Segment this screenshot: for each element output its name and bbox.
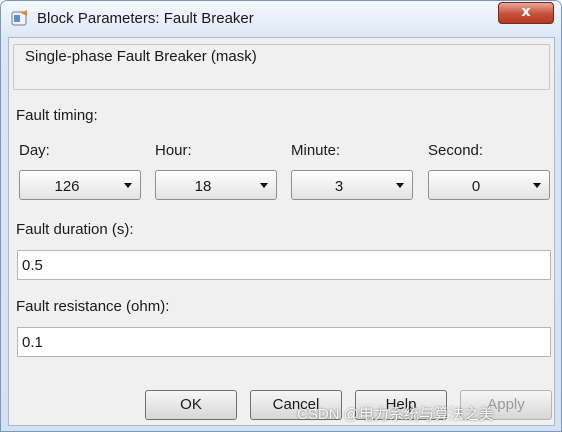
chevron-down-icon: [260, 183, 268, 188]
fault-duration-input[interactable]: 0.5: [17, 250, 551, 280]
fault-resistance-label: Fault resistance (ohm):: [16, 298, 170, 315]
minute-dropdown[interactable]: 3: [291, 170, 413, 200]
dialog-body: Single-phase Fault Breaker (mask) Fault …: [8, 37, 555, 426]
window-title: Block Parameters: Fault Breaker: [37, 10, 254, 27]
chevron-down-icon: [124, 183, 132, 188]
hour-value: 18: [194, 178, 212, 195]
day-label: Day:: [19, 142, 50, 159]
second-dropdown[interactable]: 0: [428, 170, 550, 200]
cancel-button[interactable]: Cancel: [250, 390, 342, 420]
apply-button[interactable]: Apply: [460, 390, 552, 420]
simulink-block-icon: [11, 10, 27, 26]
day-dropdown[interactable]: 126: [19, 170, 141, 200]
ok-button[interactable]: OK: [145, 390, 237, 420]
chevron-down-icon: [396, 183, 404, 188]
fault-resistance-input[interactable]: 0.1: [17, 327, 551, 357]
close-button[interactable]: x: [498, 2, 554, 24]
close-icon: x: [521, 4, 531, 20]
fault-duration-label: Fault duration (s):: [16, 221, 134, 238]
hour-dropdown[interactable]: 18: [155, 170, 277, 200]
mask-title: Single-phase Fault Breaker (mask): [25, 48, 257, 65]
second-label: Second:: [428, 142, 484, 159]
hour-label: Hour:: [155, 142, 192, 159]
second-value: 0: [471, 178, 481, 195]
fault-timing-label: Fault timing:: [16, 107, 98, 124]
chevron-down-icon: [533, 183, 541, 188]
minute-value: 3: [334, 178, 344, 195]
block-parameters-dialog: Block Parameters: Fault Breaker x Single…: [0, 0, 562, 432]
help-button[interactable]: Help: [355, 390, 447, 420]
day-value: 126: [54, 178, 80, 195]
minute-label: Minute:: [291, 142, 341, 159]
title-bar: Block Parameters: Fault Breaker x: [1, 1, 561, 37]
